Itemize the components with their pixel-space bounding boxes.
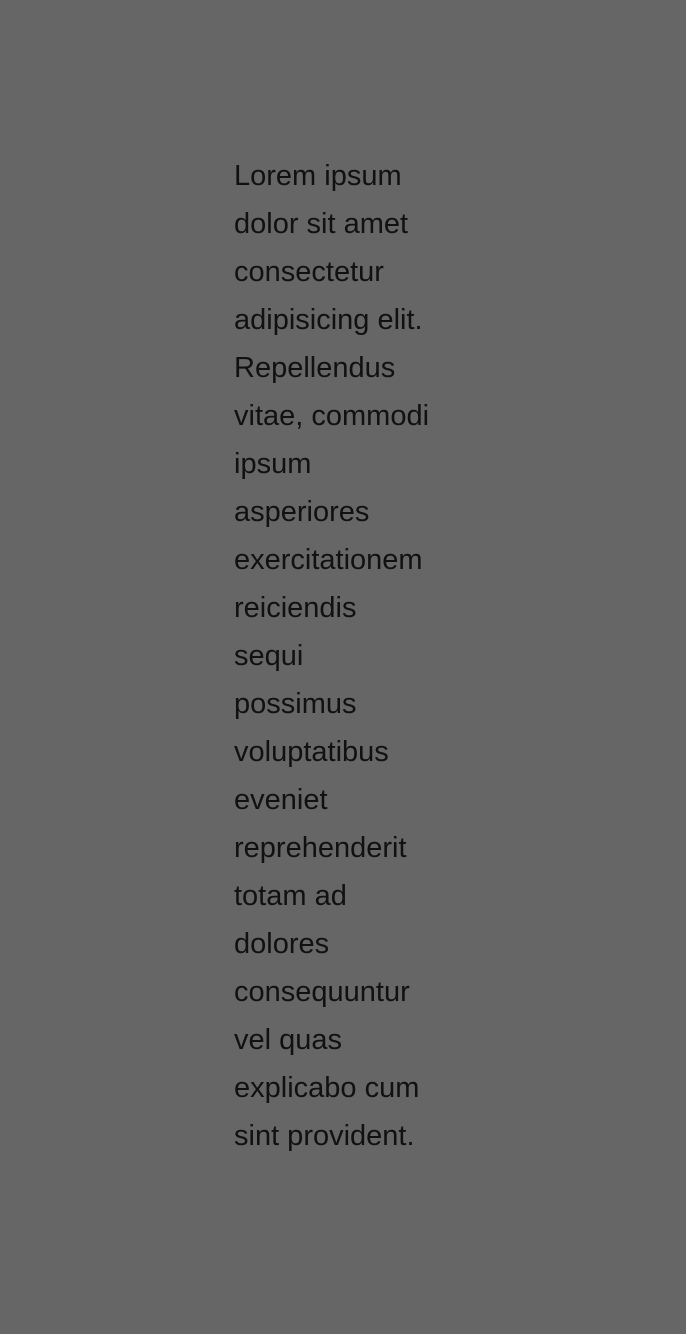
paragraph-line: ipsum (234, 448, 312, 480)
paragraph-line: reiciendis (234, 592, 357, 624)
paragraph-line: explicabo cum (234, 1072, 420, 1104)
paragraph-line: exercitationem (234, 544, 423, 576)
paragraph-line: dolor sit amet (234, 208, 409, 240)
paragraph-line: eveniet (234, 784, 328, 816)
paragraph-line: Repellendus (234, 352, 396, 384)
paragraph-line: consequuntur (234, 976, 410, 1008)
paragraph-line: sequi (234, 640, 304, 672)
paragraph-line: voluptatibus (234, 736, 389, 768)
paragraph-line: reprehenderit (234, 832, 407, 864)
page-background: Lorem ipsum dolor sit amet consectetur a… (0, 0, 686, 1334)
paragraph-line: dolores (234, 928, 330, 960)
paragraph-line: consectetur (234, 256, 384, 288)
paragraph-line: sint provident. (234, 1120, 415, 1152)
paragraph-line: vel quas (234, 1024, 343, 1056)
paragraph-line: Lorem ipsum (234, 160, 402, 192)
paragraph-line: asperiores (234, 496, 370, 528)
paragraph-line: totam ad (234, 880, 347, 912)
paragraph-line: possimus (234, 688, 357, 720)
paragraph-line: vitae, commodi (234, 400, 430, 432)
paragraph-line: adipisicing elit. (234, 304, 423, 336)
lorem-ipsum-paragraph: Lorem ipsum dolor sit amet consectetur a… (234, 152, 464, 1160)
